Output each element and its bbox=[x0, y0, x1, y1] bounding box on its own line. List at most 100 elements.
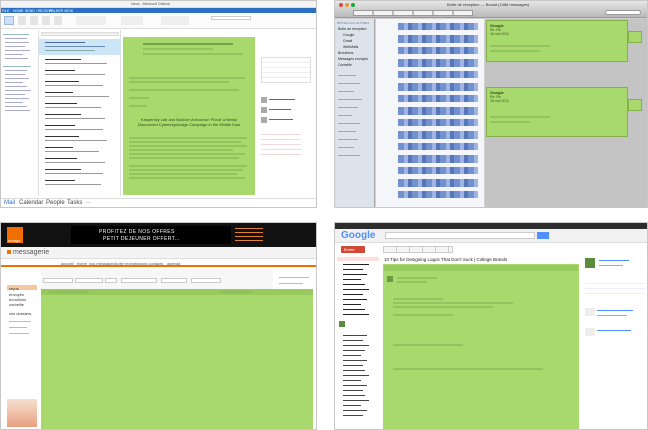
message-list[interactable] bbox=[39, 30, 121, 196]
tab-home[interactable]: HOME bbox=[13, 9, 24, 13]
sidebar-item-trash[interactable]: Corbeille bbox=[338, 63, 352, 67]
reply-all-icon[interactable] bbox=[42, 16, 50, 25]
gmail-conversation[interactable] bbox=[383, 264, 579, 429]
message-card-2[interactable]: Google Re: Re 16 mai 2011 bbox=[486, 87, 628, 137]
sidebar-item-webmails[interactable]: WebMails bbox=[343, 45, 358, 49]
people-widget[interactable] bbox=[585, 280, 645, 298]
banner-ad[interactable]: PROFITEZ DE NOS OFFRES PETIT DEJEUNER OF… bbox=[71, 226, 231, 244]
tab-folder[interactable]: FOLDER bbox=[49, 9, 63, 13]
reply-icon[interactable] bbox=[30, 16, 38, 25]
gmail-right-panel bbox=[583, 256, 647, 429]
sidebar-item-google[interactable]: Google bbox=[343, 33, 354, 37]
message-rows bbox=[39, 56, 121, 196]
refresh-button[interactable] bbox=[43, 278, 73, 283]
email-subject-row: 10 Tips for Designing Logos That Don't S… bbox=[383, 256, 593, 263]
mac-message-list[interactable] bbox=[376, 19, 484, 207]
nav-people[interactable]: People bbox=[46, 200, 65, 206]
tab-messages[interactable]: vos messages bbox=[89, 261, 115, 266]
search-button[interactable] bbox=[537, 232, 549, 239]
gmail-header: Google bbox=[335, 229, 647, 243]
sidebar-item-inbox[interactable]: Boîte de réception bbox=[338, 27, 366, 31]
profile-photo bbox=[585, 258, 595, 268]
move-group[interactable] bbox=[121, 16, 143, 25]
tab-view[interactable]: VIEW bbox=[64, 9, 73, 13]
search-mail-input[interactable] bbox=[41, 32, 119, 36]
outlook-window: Inbox - Microsoft Outlook FILE HOME SEND… bbox=[0, 0, 317, 208]
header-links[interactable] bbox=[235, 226, 263, 244]
folder-inbox[interactable]: reçus bbox=[7, 285, 37, 291]
orange-mail-window: orange PROFITEZ DE NOS OFFRES PETIT DEJE… bbox=[0, 222, 317, 430]
mac-mail-window: Boîte de réception — Boulot (2488 messag… bbox=[334, 0, 648, 208]
compose-button[interactable]: Écrire bbox=[341, 246, 365, 253]
more-actions-button[interactable] bbox=[191, 278, 221, 283]
tab-file[interactable]: FILE bbox=[2, 9, 9, 13]
banner-text-1: PROFITEZ DE NOS OFFRES bbox=[99, 229, 175, 235]
attachment-thumb[interactable] bbox=[628, 31, 642, 43]
forward-icon[interactable] bbox=[54, 16, 62, 25]
nav-calendar[interactable]: Calendar bbox=[19, 200, 43, 206]
search-people-input[interactable] bbox=[211, 16, 251, 20]
mail-icon bbox=[7, 250, 11, 254]
zoom-icon[interactable] bbox=[351, 3, 355, 7]
reading-pane[interactable]: Kaspersky Lab and Boulder Announce ‘Floo… bbox=[123, 37, 255, 195]
sidebar-item-sent[interactable]: Messages envoyés bbox=[338, 57, 368, 61]
mac-toolbar: Boîte de réception — Boulot (2488 messag… bbox=[335, 1, 647, 18]
email-heading: Kaspersky Lab and Boulder Announce ‘Floo… bbox=[137, 117, 241, 127]
minimize-icon[interactable] bbox=[345, 3, 349, 7]
close-icon[interactable] bbox=[339, 3, 343, 7]
menu-bar: accueil écrire vos messages boîte recept… bbox=[1, 259, 316, 267]
search-input[interactable] bbox=[605, 10, 641, 15]
folder-trash[interactable]: corbeille bbox=[9, 302, 24, 307]
mac-message-view: Google Re: Re 16 mai 2011 Google Re: Re … bbox=[485, 19, 647, 207]
orange-message-list[interactable] bbox=[41, 289, 313, 429]
calendar-mini[interactable] bbox=[261, 57, 311, 83]
new-email-icon[interactable] bbox=[4, 16, 14, 25]
tab-agenda[interactable]: agenda bbox=[167, 261, 180, 266]
write-button[interactable] bbox=[75, 278, 103, 283]
move-button[interactable] bbox=[161, 278, 187, 283]
tab-home[interactable]: accueil bbox=[61, 261, 73, 266]
delete-button[interactable] bbox=[105, 278, 117, 283]
orange-sidebar: reçus envoyés brouillons corbeille vos d… bbox=[1, 269, 39, 429]
sidebar-heading: BOÎTES AUX LETTRES bbox=[337, 21, 370, 25]
tags-group[interactable] bbox=[161, 16, 189, 25]
email-subject: 10 Tips for Designing Logos That Don't S… bbox=[384, 257, 508, 262]
gmail-toolbar[interactable] bbox=[383, 246, 453, 253]
ad-thumb[interactable] bbox=[585, 328, 595, 336]
task-list[interactable] bbox=[261, 133, 301, 159]
nav-tasks[interactable]: Tasks bbox=[67, 200, 82, 206]
search-input[interactable] bbox=[385, 232, 535, 239]
orange-brand: orange bbox=[8, 238, 21, 243]
avatar bbox=[261, 117, 267, 123]
folder-custom[interactable]: vos dossiers bbox=[9, 311, 31, 316]
mac-sidebar: BOÎTES AUX LETTRES Boîte de réception Go… bbox=[335, 19, 375, 207]
mac-title: Boîte de réception — Boulot (2488 messag… bbox=[447, 2, 530, 7]
outlook-titlebar: Inbox - Microsoft Outlook bbox=[1, 1, 316, 8]
orange-header: orange PROFITEZ DE NOS OFFRES PETIT DEJE… bbox=[1, 223, 316, 247]
sidebar-item-drafts[interactable]: Brouillons bbox=[338, 51, 353, 55]
gmail-window: Google Écrire 10 Tips for Designing Logo… bbox=[334, 222, 648, 430]
app-name: messagerie bbox=[13, 249, 50, 256]
tab-write[interactable]: écrire bbox=[77, 261, 87, 266]
sidebar-item-inbox[interactable] bbox=[337, 257, 379, 261]
ad-image[interactable] bbox=[7, 399, 37, 427]
sidebar-item-gmail[interactable]: Gmail bbox=[343, 39, 352, 43]
message-date: 16 mai 2011 bbox=[490, 32, 510, 36]
nav-more-icon[interactable]: ··· bbox=[85, 200, 91, 206]
delete-icon[interactable] bbox=[18, 16, 26, 25]
attachment-thumb[interactable] bbox=[628, 99, 642, 111]
message-card-1[interactable]: Google Re: Re 16 mai 2011 bbox=[486, 20, 628, 62]
tab-contacts[interactable]: vos contacts bbox=[141, 261, 163, 266]
google-logo: Google bbox=[341, 230, 376, 241]
quick-steps[interactable] bbox=[76, 16, 106, 25]
toolbar-buttons[interactable] bbox=[353, 10, 473, 16]
message-date: 16 mai 2011 bbox=[490, 99, 510, 103]
tab-inbox[interactable]: boîte reception bbox=[115, 261, 141, 266]
orange-toolbar bbox=[41, 269, 273, 289]
list-item-selected[interactable] bbox=[39, 39, 121, 55]
mark-button[interactable] bbox=[121, 278, 157, 283]
orange-logo: orange bbox=[7, 227, 23, 243]
ad-thumb[interactable] bbox=[585, 308, 595, 316]
folder-pane bbox=[1, 30, 39, 196]
nav-mail[interactable]: Mail bbox=[4, 200, 15, 206]
